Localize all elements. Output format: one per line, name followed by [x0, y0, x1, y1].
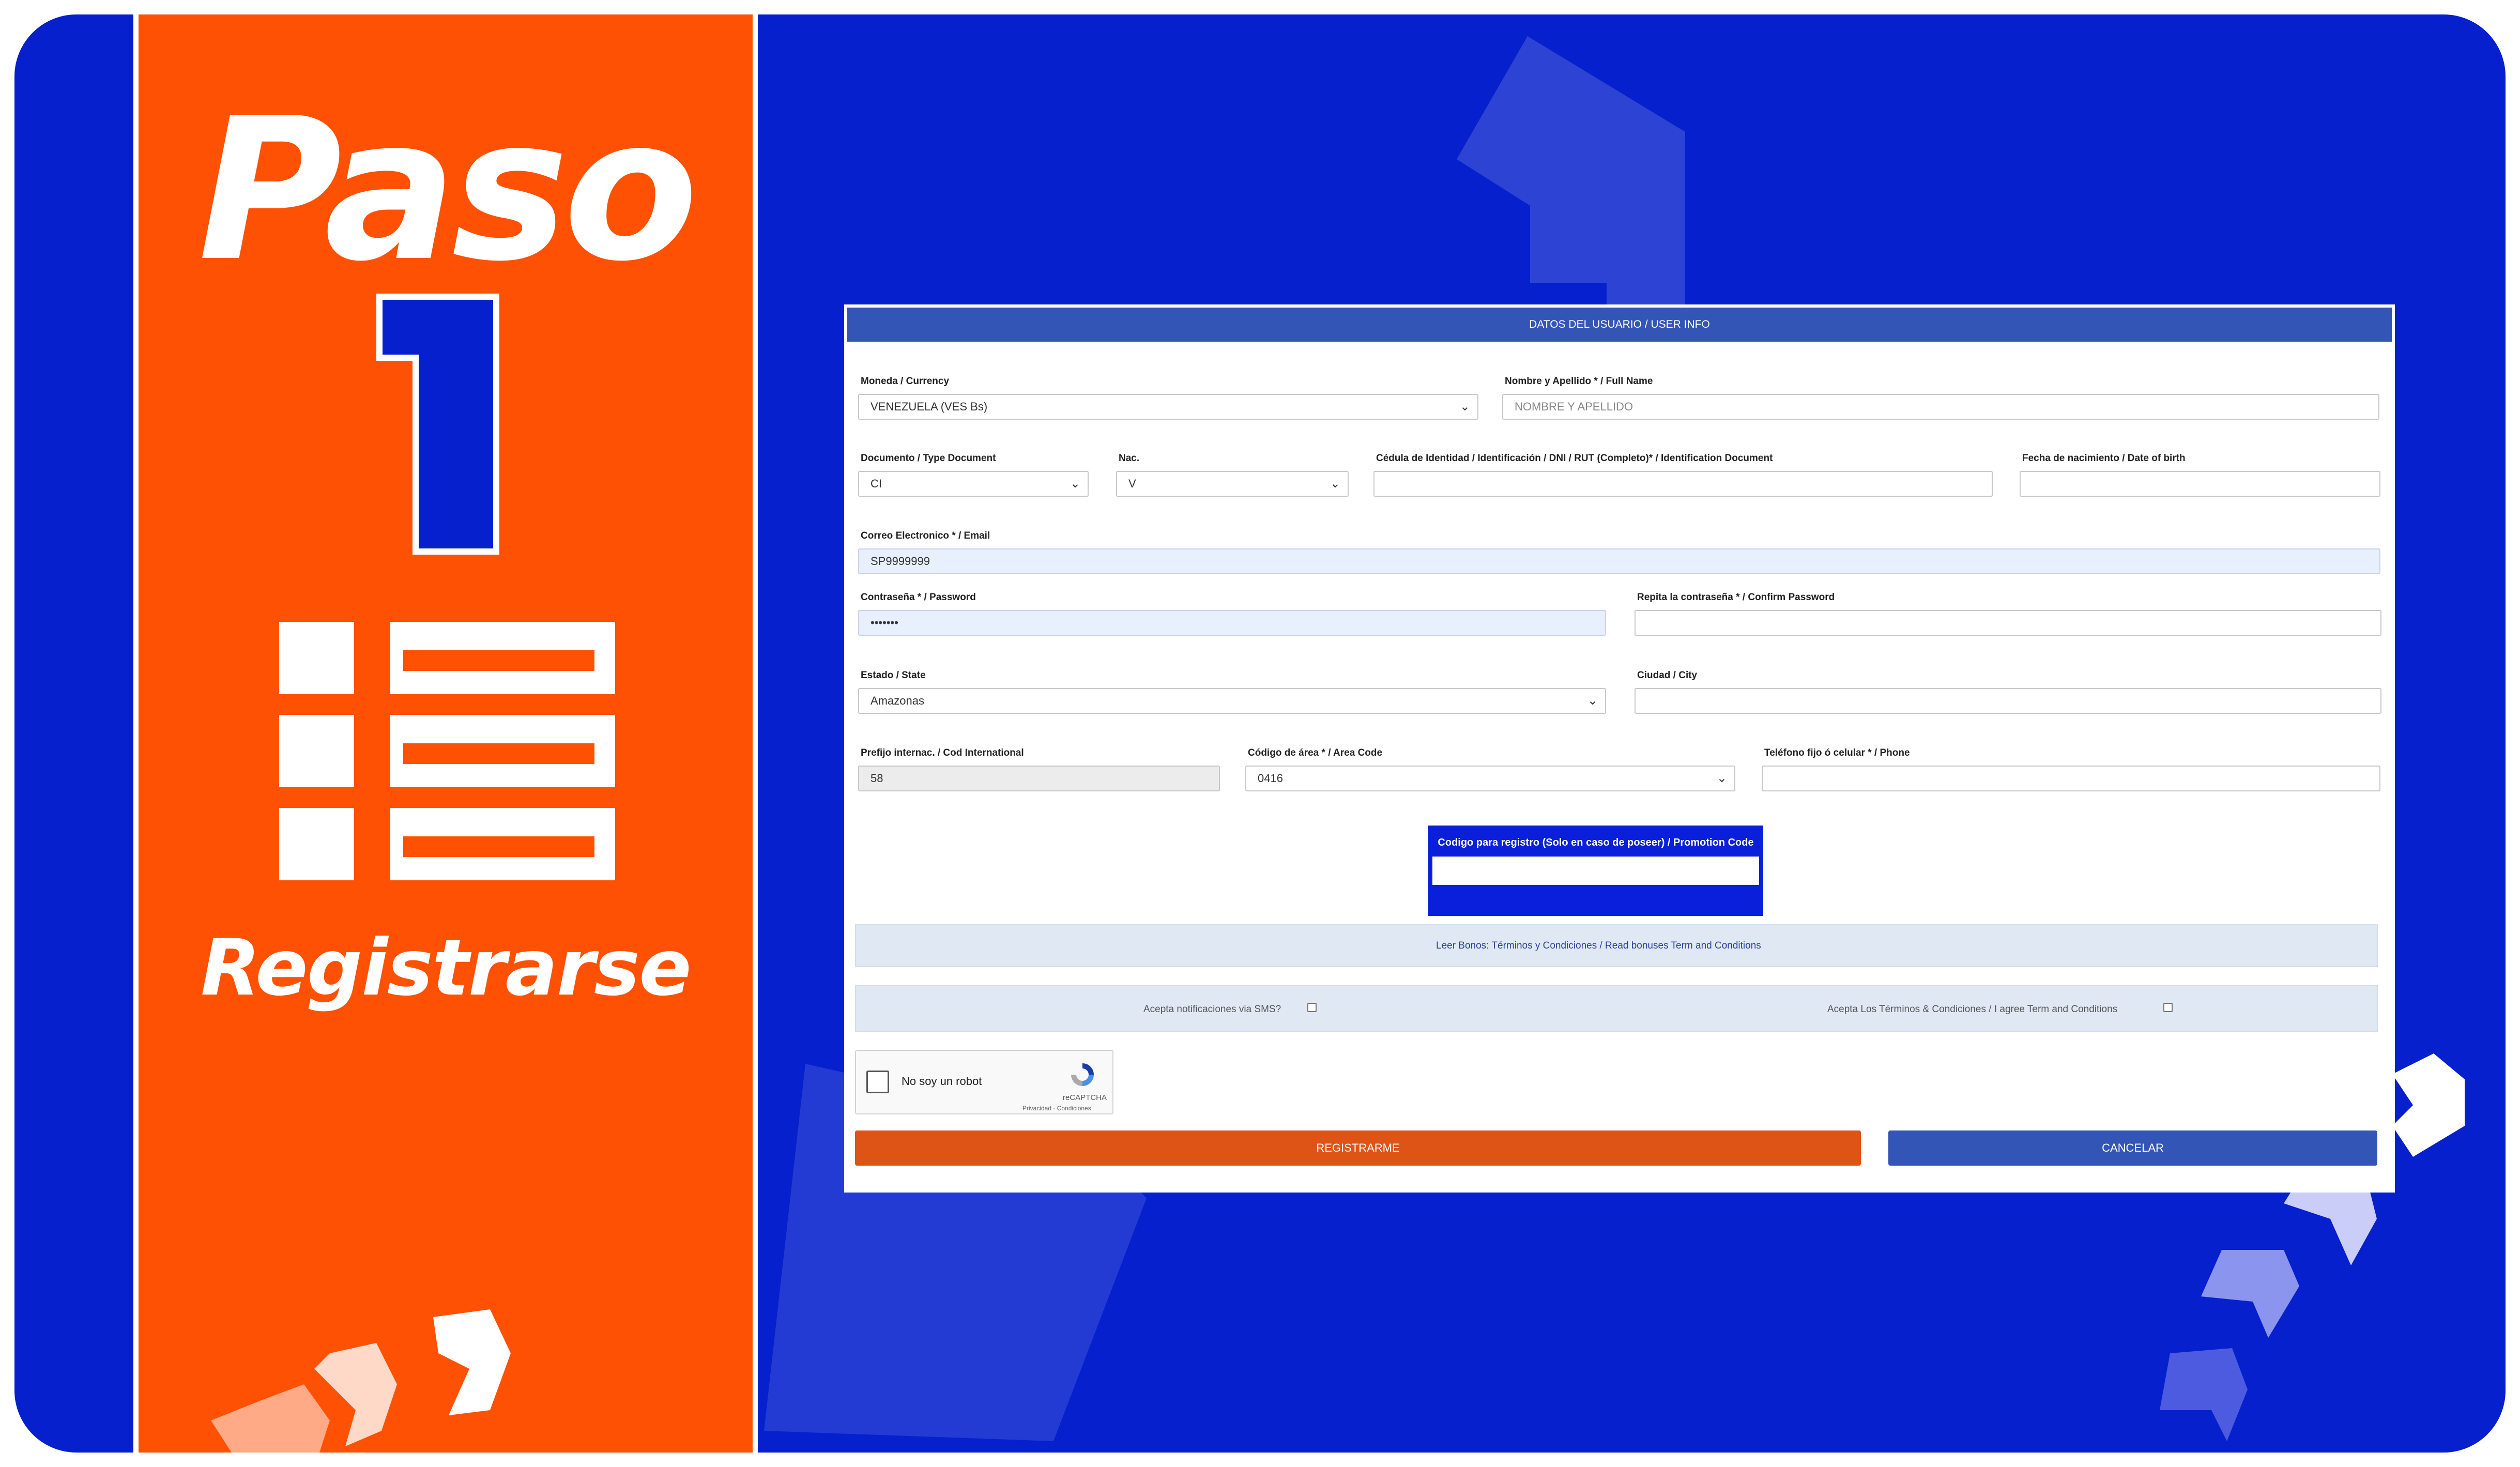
chevron-down-icon: ⌄: [1459, 400, 1470, 414]
sms-checkbox[interactable]: [1307, 1003, 1317, 1012]
form-list-icon: [279, 619, 615, 880]
id-document-label: Cédula de Identidad / Identificación / D…: [1376, 453, 1773, 464]
chevron-down-icon: ⌄: [1716, 771, 1727, 785]
currency-label: Moneda / Currency: [861, 376, 950, 387]
state-select[interactable]: Amazonas ⌄: [858, 688, 1606, 714]
state-label: Estado / State: [861, 670, 926, 681]
intl-prefix-input[interactable]: 58: [858, 766, 1220, 791]
step-heading: Paso: [198, 75, 698, 304]
terms-checkbox[interactable]: [2163, 1003, 2173, 1012]
promo-code-label: Codigo para registro (Solo en caso de po…: [1438, 837, 1754, 848]
nationality-value: V: [1128, 477, 1136, 490]
sms-label: Acepta notificaciones via SMS?: [1143, 1004, 1281, 1015]
email-label: Correo Electronico * / Email: [861, 530, 990, 541]
email-input[interactable]: SP9999999: [858, 548, 2380, 574]
agreements-bar: Acepta notificaciones via SMS? Acepta Lo…: [855, 985, 2378, 1032]
area-code-label: Código de área * / Area Code: [1248, 747, 1383, 758]
step-number-icon: [376, 294, 499, 555]
recaptcha-checkbox[interactable]: [866, 1071, 889, 1093]
phone-input[interactable]: [1762, 766, 2380, 791]
full-name-label: Nombre y Apellido * / Full Name: [1505, 376, 1653, 387]
side-panel: Paso Registrarse: [133, 14, 758, 1453]
id-document-input[interactable]: [1373, 471, 1993, 497]
currency-value: VENEZUELA (VES Bs): [870, 400, 988, 413]
phone-label: Teléfono fijo ó celular * / Phone: [1764, 747, 1910, 758]
bonus-terms-link[interactable]: Leer Bonos: Términos y Condiciones / Rea…: [1436, 940, 1761, 952]
promo-code-input[interactable]: [1432, 857, 1759, 885]
nationality-select[interactable]: V ⌄: [1116, 471, 1349, 497]
doc-type-label: Documento / Type Document: [861, 453, 996, 464]
currency-select[interactable]: VENEZUELA (VES Bs) ⌄: [858, 394, 1478, 420]
recaptcha-label: No soy un robot: [902, 1075, 982, 1088]
area-code-value: 0416: [1258, 772, 1283, 785]
city-input[interactable]: [1635, 688, 2381, 714]
recaptcha-brand: reCAPTCHA: [1063, 1093, 1107, 1102]
password-label: Contraseña * / Password: [861, 592, 976, 603]
doc-type-value: CI: [870, 477, 882, 490]
full-name-input[interactable]: NOMBRE Y APELLIDO: [1502, 394, 2379, 420]
bonus-terms-bar: Leer Bonos: Términos y Condiciones / Rea…: [855, 924, 2378, 967]
form-title: DATOS DEL USUARIO / USER INFO: [847, 308, 2392, 342]
chevron-down-icon: ⌄: [1330, 477, 1340, 491]
register-button[interactable]: REGISTRARME: [855, 1130, 1861, 1166]
chevron-down-icon: ⌄: [1587, 694, 1598, 708]
recaptcha-links[interactable]: Privacidad - Condiciones: [1022, 1105, 1091, 1112]
area-code-select[interactable]: 0416 ⌄: [1245, 766, 1735, 791]
state-value: Amazonas: [870, 694, 924, 707]
birth-date-input[interactable]: [2020, 471, 2380, 497]
password-input[interactable]: •••••••: [858, 610, 1606, 636]
step-caption: Registrarse: [201, 923, 692, 1013]
intl-prefix-label: Prefijo internac. / Cod International: [861, 747, 1024, 758]
birth-date-label: Fecha de nacimiento / Date of birth: [2022, 453, 2186, 464]
background-card: Paso Registrarse DATOS DEL USUARIO / USE…: [14, 14, 2506, 1453]
doc-type-select[interactable]: CI ⌄: [858, 471, 1089, 497]
chevron-right-white-1: [2392, 1053, 2465, 1157]
terms-label: Acepta Los Términos & Condiciones / I ag…: [1827, 1004, 2118, 1015]
chevron-right-light-2: [2201, 1250, 2299, 1338]
chevron-arrows-icon: [211, 1309, 511, 1453]
confirm-password-label: Repita la contraseña * / Confirm Passwor…: [1637, 592, 1835, 603]
promo-code-box: Codigo para registro (Solo en caso de po…: [1428, 826, 1763, 916]
nationality-label: Nac.: [1119, 453, 1140, 464]
recaptcha-widget: No soy un robot reCAPTCHA Privacidad - C…: [855, 1050, 1113, 1114]
confirm-password-input[interactable]: [1635, 610, 2381, 636]
chevron-right-light-3: [2160, 1348, 2248, 1441]
city-label: Ciudad / City: [1637, 670, 1698, 681]
recaptcha-logo-icon: [1071, 1063, 1094, 1086]
chevron-down-icon: ⌄: [1070, 477, 1080, 491]
cancel-button[interactable]: CANCELAR: [1888, 1130, 2377, 1166]
